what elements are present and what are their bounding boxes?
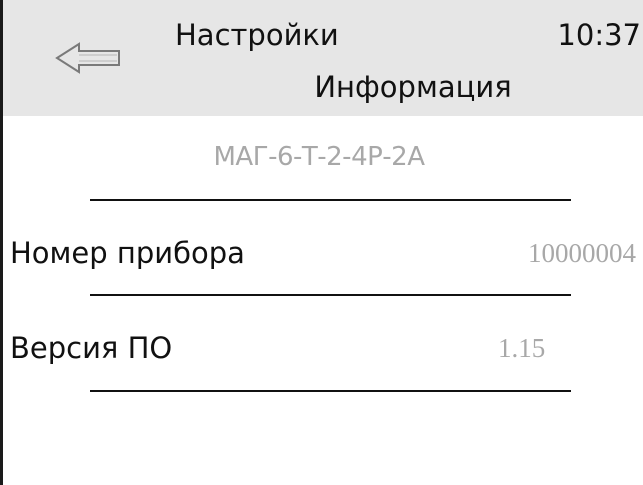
divider [90, 294, 571, 296]
device-model: МАГ-6-Т-2-4Р-2А [213, 142, 426, 172]
divider [90, 390, 571, 392]
serial-number-value: 10000004 [528, 238, 636, 268]
firmware-version-label: Версия ПО [10, 331, 173, 365]
page-title: Информация [314, 70, 512, 104]
clock-time: 10:37 [557, 18, 641, 52]
header-title: Настройки [175, 18, 339, 52]
firmware-version-value: 1.15 [498, 333, 546, 363]
info-screen: Настройки 10:37 Информация МАГ-6-Т-2-4Р-… [0, 0, 643, 485]
header-bar: Настройки 10:37 Информация [3, 0, 643, 116]
divider [90, 199, 571, 201]
serial-number-label: Номер прибора [10, 236, 245, 270]
